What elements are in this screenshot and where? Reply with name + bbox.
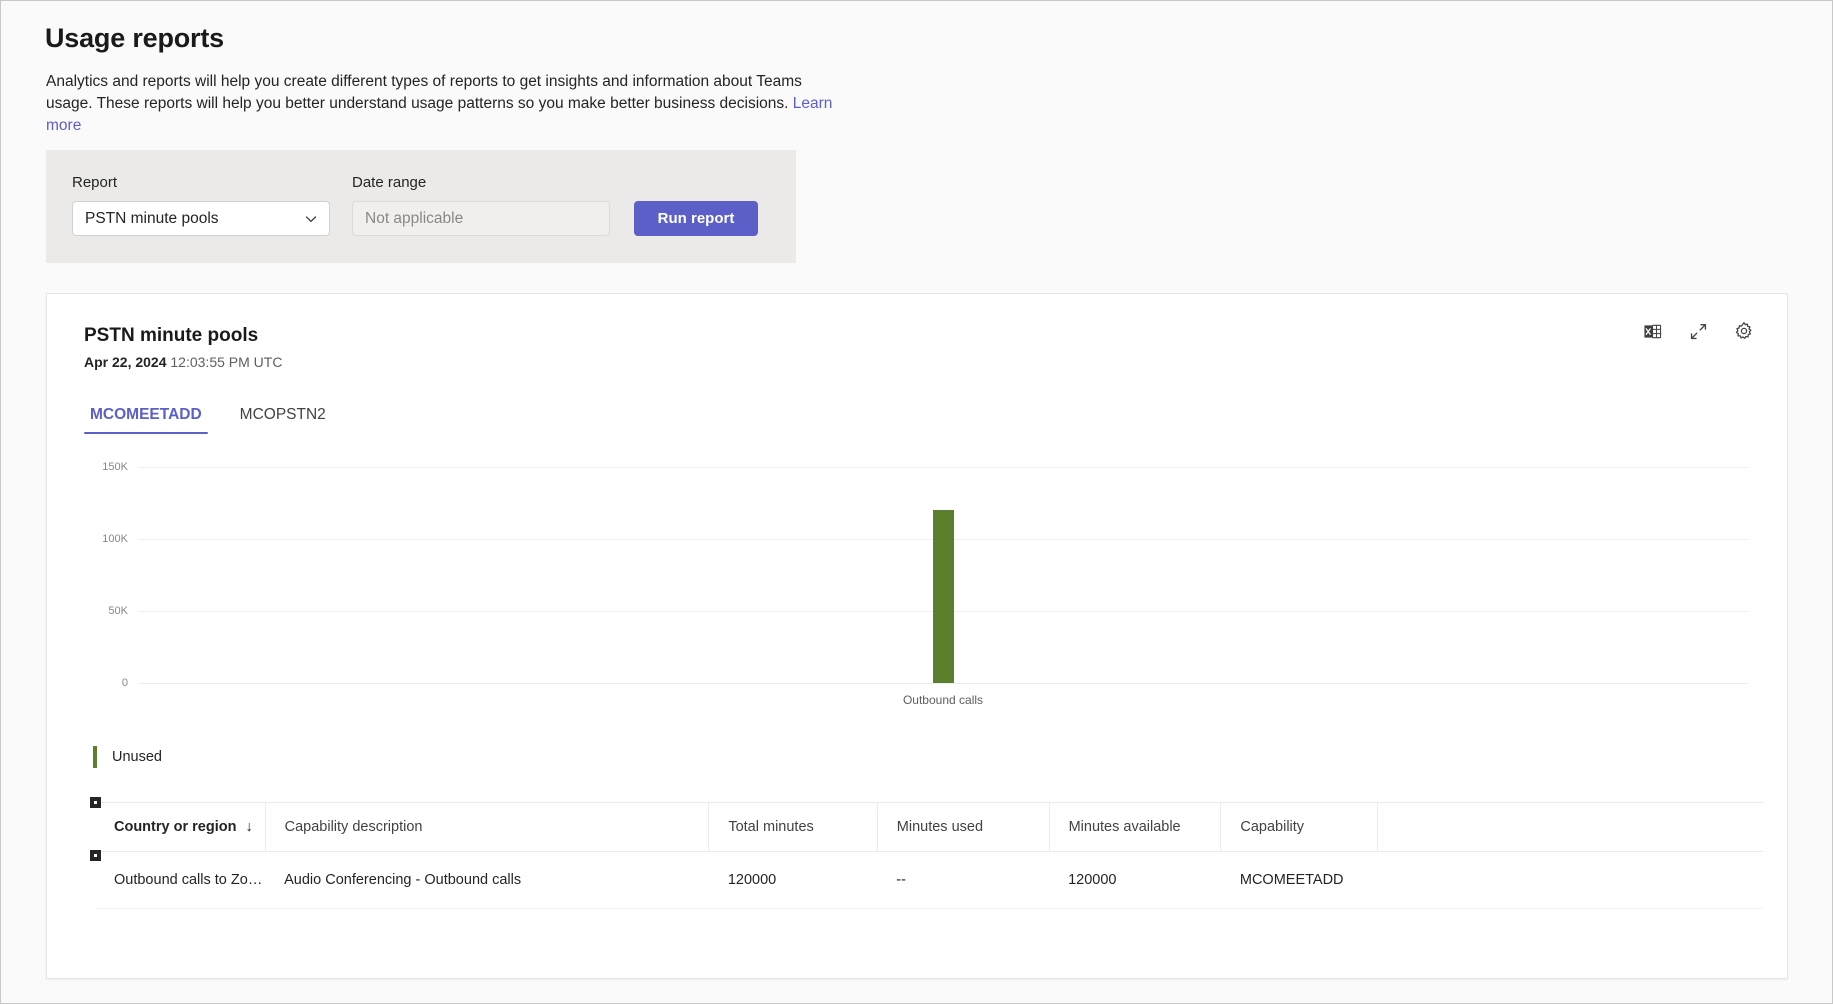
pstn-minute-pools-chart: 0 50K 100K 150K Outbound calls	[84, 459, 1756, 719]
run-report-button[interactable]: Run report	[634, 201, 758, 236]
chart-gridline: 150K	[102, 461, 1748, 473]
chart-ytick-label: 0	[121, 677, 128, 689]
chart-ytick-label: 50K	[108, 605, 128, 617]
chevron-down-icon	[303, 211, 319, 227]
report-table: Country or region ↓ Capability descriptio…	[95, 802, 1763, 909]
tab-mcopstn2[interactable]: MCOPSTN2	[234, 402, 332, 434]
chart-ytick-label: 150K	[102, 461, 128, 473]
report-tabs: MCOMEETADD MCOPSTN2	[84, 402, 332, 434]
date-range-label: Date range	[352, 174, 427, 191]
report-card: PSTN minute pools Apr 22, 2024 12:03:55 …	[46, 293, 1788, 979]
report-select[interactable]: PSTN minute pools	[72, 201, 330, 236]
report-date: Apr 22, 2024	[84, 354, 167, 370]
sort-arrow-icon: ↓	[245, 819, 253, 835]
export-excel-icon[interactable]	[1641, 320, 1663, 342]
page-title: Usage reports	[45, 23, 224, 53]
legend-label-unused: Unused	[112, 749, 162, 765]
report-table-wrapper: Country or region ↓ Capability descriptio…	[90, 797, 1763, 909]
chart-gridline: 0	[122, 677, 1748, 689]
report-timestamp: Apr 22, 2024 12:03:55 PM UTC	[84, 354, 282, 370]
table-header-row: Country or region ↓ Capability descriptio…	[95, 802, 1763, 852]
usage-reports-page: Usage reports Analytics and reports will…	[0, 0, 1833, 1004]
report-select-value: PSTN minute pools	[85, 209, 219, 227]
column-header-capability[interactable]: Capability	[1220, 802, 1379, 852]
column-header-total-minutes[interactable]: Total minutes	[708, 802, 878, 852]
gear-icon[interactable]	[1733, 320, 1755, 342]
cell-minutes-available: 120000	[1049, 851, 1221, 909]
cell-minutes-used: --	[877, 851, 1050, 909]
filter-panel: Report PSTN minute pools Date range Not …	[46, 150, 796, 263]
column-header-minutes-available[interactable]: Minutes available	[1049, 802, 1222, 852]
cell-capability: MCOMEETADD	[1220, 851, 1378, 909]
tab-mcomeetadd[interactable]: MCOMEETADD	[84, 402, 208, 434]
cell-total-minutes: 120000	[708, 851, 878, 909]
report-card-title: PSTN minute pools	[84, 325, 259, 346]
report-label: Report	[72, 174, 118, 191]
date-range-input[interactable]: Not applicable	[352, 201, 610, 236]
page-description: Analytics and reports will help you crea…	[46, 71, 836, 137]
column-header-minutes-used[interactable]: Minutes used	[877, 802, 1050, 852]
fullscreen-icon[interactable]	[1687, 320, 1709, 342]
chart-xtick-label: Outbound calls	[902, 693, 984, 707]
chart-bar[interactable]	[932, 510, 954, 683]
cell-country: Outbound calls to Zone ...	[95, 851, 266, 909]
column-header-country[interactable]: Country or region ↓	[95, 802, 266, 852]
cell-capability-description: Audio Conferencing - Outbound calls	[265, 851, 709, 909]
cell-empty	[1377, 851, 1763, 909]
table-row[interactable]: Outbound calls to Zone ... Audio Confere…	[95, 851, 1763, 909]
table-resize-handle-top[interactable]	[90, 797, 101, 808]
column-header-empty	[1377, 802, 1763, 852]
chart-plot-area: 0 50K 100K 150K Outbound calls	[102, 461, 1748, 707]
column-header-country-label: Country or region	[114, 819, 237, 835]
report-time: 12:03:55 PM UTC	[170, 354, 283, 370]
chart-ytick-label: 100K	[102, 533, 128, 545]
column-header-capability-description[interactable]: Capability description	[265, 802, 710, 852]
report-card-actions	[1641, 320, 1755, 342]
page-description-line2: reports will help you better understand …	[143, 95, 789, 112]
table-resize-handle-bottom[interactable]	[90, 850, 101, 861]
chart-legend: Unused	[93, 746, 162, 768]
legend-swatch-unused	[93, 746, 97, 768]
date-range-placeholder: Not applicable	[365, 209, 464, 227]
